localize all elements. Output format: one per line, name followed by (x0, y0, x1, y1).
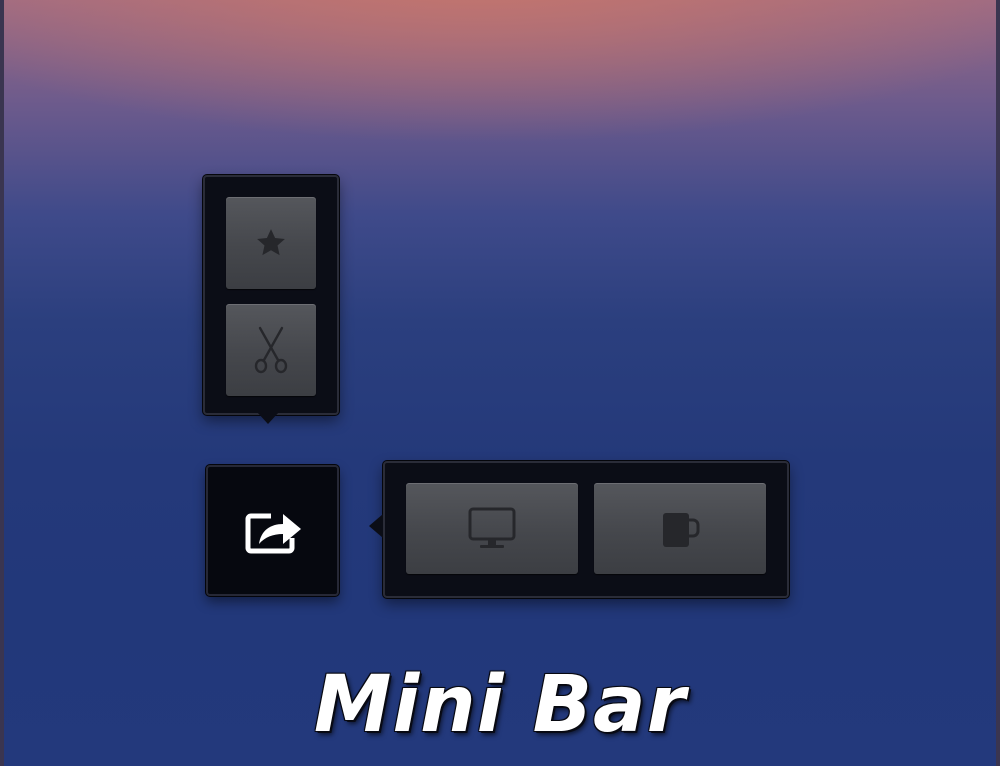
frame-edge-left (0, 0, 4, 766)
mug-icon (663, 512, 700, 547)
star-button[interactable] (226, 197, 316, 289)
monitor-button[interactable] (406, 483, 578, 574)
share-button[interactable] (206, 465, 339, 596)
horizontal-popover-pointer (369, 514, 383, 538)
share-arrow-icon (245, 513, 301, 553)
page-title: Mini Bar (313, 660, 687, 750)
monitor-icon (468, 507, 516, 548)
scissors-button[interactable] (226, 304, 316, 396)
frame-edge-right (996, 0, 1000, 766)
scissors-icon (254, 326, 288, 374)
star-icon (257, 229, 285, 256)
vertical-popover-pointer (257, 412, 279, 424)
mug-button[interactable] (594, 483, 766, 574)
